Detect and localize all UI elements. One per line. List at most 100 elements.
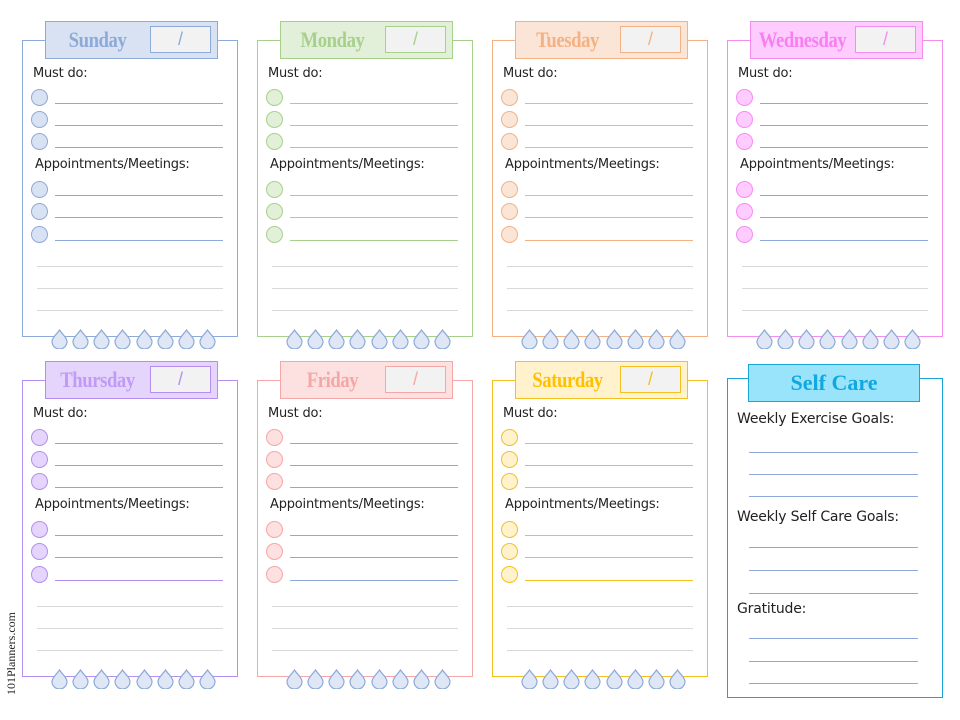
note-line[interactable] (272, 266, 458, 267)
water-drop-icon[interactable] (93, 669, 110, 689)
note-line[interactable] (37, 288, 223, 289)
water-drop-icon[interactable] (114, 669, 132, 689)
must-do-checkbox[interactable] (736, 89, 753, 106)
appointment-checkbox[interactable] (31, 521, 48, 538)
water-drop-icon[interactable] (307, 669, 324, 689)
water-drop-icon[interactable] (307, 329, 324, 349)
must-do-line[interactable] (525, 487, 693, 488)
must-do-line[interactable] (55, 443, 223, 444)
must-do-checkbox[interactable] (501, 89, 518, 106)
must-do-line[interactable] (525, 465, 693, 466)
water-drop-icon[interactable] (114, 329, 132, 349)
must-do-checkbox[interactable] (501, 111, 518, 128)
appointment-line[interactable] (55, 217, 223, 218)
water-drop-icon[interactable] (542, 669, 559, 689)
must-do-line[interactable] (290, 103, 458, 104)
must-do-line[interactable] (525, 103, 693, 104)
must-do-line[interactable] (290, 147, 458, 148)
appointment-line[interactable] (290, 240, 458, 241)
water-drop-icon[interactable] (349, 329, 367, 349)
gratitude-line-3[interactable] (749, 683, 918, 684)
date-field[interactable]: / (385, 366, 446, 393)
date-field[interactable]: / (150, 366, 211, 393)
must-do-checkbox[interactable] (266, 473, 283, 490)
water-drop-icon[interactable] (648, 329, 665, 349)
appointment-checkbox[interactable] (501, 543, 518, 560)
must-do-checkbox[interactable] (31, 429, 48, 446)
must-do-checkbox[interactable] (501, 133, 518, 150)
water-drop-icon[interactable] (542, 329, 559, 349)
appointment-line[interactable] (55, 535, 223, 536)
appointment-checkbox[interactable] (501, 521, 518, 538)
gratitude-line-1[interactable] (749, 638, 918, 639)
note-line[interactable] (507, 310, 693, 311)
water-drop-icon[interactable] (777, 329, 794, 349)
appointment-line[interactable] (525, 240, 693, 241)
note-line[interactable] (742, 310, 928, 311)
note-line[interactable] (742, 266, 928, 267)
appointment-checkbox[interactable] (266, 543, 283, 560)
appointment-line[interactable] (55, 557, 223, 558)
water-drop-icon[interactable] (904, 329, 921, 349)
water-drop-icon[interactable] (157, 669, 174, 689)
appointment-line[interactable] (760, 217, 928, 218)
appointment-checkbox[interactable] (736, 181, 753, 198)
appointment-checkbox[interactable] (31, 543, 48, 560)
appointment-line[interactable] (290, 580, 458, 581)
water-drop-icon[interactable] (349, 669, 367, 689)
must-do-checkbox[interactable] (266, 429, 283, 446)
must-do-checkbox[interactable] (266, 111, 283, 128)
water-drop-icon[interactable] (819, 329, 837, 349)
appointment-line[interactable] (760, 195, 928, 196)
appointment-line[interactable] (525, 195, 693, 196)
water-drop-icon[interactable] (584, 329, 602, 349)
water-drop-icon[interactable] (584, 669, 602, 689)
must-do-line[interactable] (55, 147, 223, 148)
water-drop-icon[interactable] (669, 669, 686, 689)
appointment-checkbox[interactable] (31, 203, 48, 220)
note-line[interactable] (507, 628, 693, 629)
water-drop-icon[interactable] (756, 329, 773, 349)
note-line[interactable] (507, 266, 693, 267)
must-do-line[interactable] (760, 147, 928, 148)
water-drop-icon[interactable] (328, 329, 345, 349)
appointment-line[interactable] (290, 217, 458, 218)
must-do-checkbox[interactable] (266, 89, 283, 106)
appointment-line[interactable] (55, 195, 223, 196)
must-do-line[interactable] (55, 487, 223, 488)
water-drop-icon[interactable] (798, 329, 815, 349)
must-do-checkbox[interactable] (266, 133, 283, 150)
note-line[interactable] (272, 650, 458, 651)
water-drop-icon[interactable] (286, 329, 303, 349)
appointment-line[interactable] (290, 535, 458, 536)
appointment-checkbox[interactable] (31, 181, 48, 198)
appointment-line[interactable] (525, 535, 693, 536)
appointment-checkbox[interactable] (501, 181, 518, 198)
appointment-line[interactable] (525, 217, 693, 218)
appointment-checkbox[interactable] (501, 566, 518, 583)
water-drop-icon[interactable] (434, 669, 451, 689)
note-line[interactable] (507, 650, 693, 651)
self-care-goal-line-2[interactable] (749, 570, 918, 571)
water-drop-icon[interactable] (563, 669, 580, 689)
must-do-checkbox[interactable] (31, 111, 48, 128)
note-line[interactable] (507, 288, 693, 289)
appointment-checkbox[interactable] (501, 203, 518, 220)
must-do-line[interactable] (55, 103, 223, 104)
appointment-checkbox[interactable] (736, 226, 753, 243)
water-drop-icon[interactable] (370, 329, 388, 349)
note-line[interactable] (272, 288, 458, 289)
note-line[interactable] (37, 606, 223, 607)
water-drop-icon[interactable] (563, 329, 580, 349)
note-line[interactable] (37, 266, 223, 267)
must-do-line[interactable] (525, 125, 693, 126)
water-drop-icon[interactable] (648, 669, 665, 689)
appointment-line[interactable] (290, 195, 458, 196)
water-drop-icon[interactable] (199, 669, 216, 689)
must-do-line[interactable] (525, 443, 693, 444)
water-drop-icon[interactable] (605, 329, 623, 349)
water-drop-icon[interactable] (286, 669, 303, 689)
must-do-line[interactable] (290, 443, 458, 444)
appointment-checkbox[interactable] (266, 521, 283, 538)
must-do-checkbox[interactable] (31, 133, 48, 150)
